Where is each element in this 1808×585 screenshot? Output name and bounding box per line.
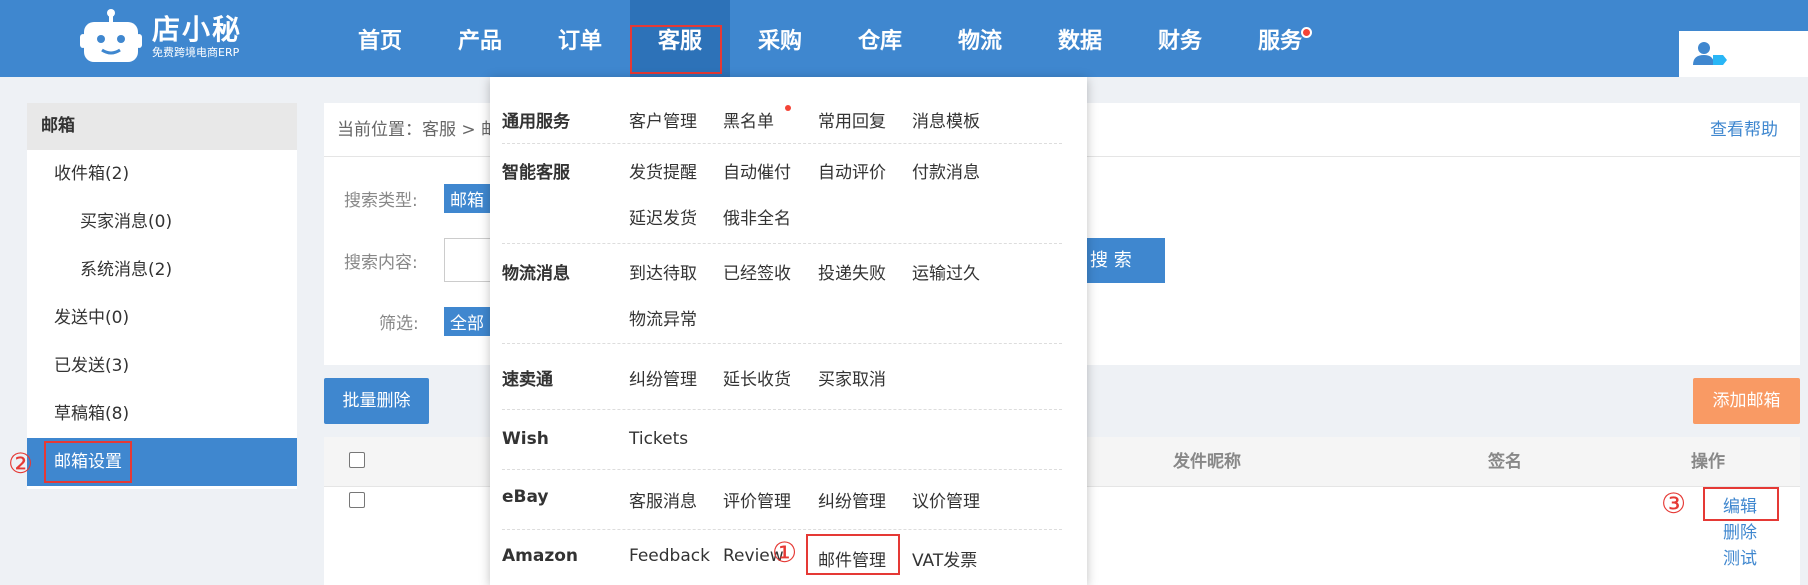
menu-message-templates[interactable]: 消息模板 bbox=[912, 107, 980, 132]
nav-customer-service[interactable]: 客服 bbox=[630, 0, 730, 77]
menu-auto-payment-reminder[interactable]: 自动催付 bbox=[723, 158, 791, 183]
menu-buyer-cancel[interactable]: 买家取消 bbox=[818, 365, 886, 390]
menu-tickets[interactable]: Tickets bbox=[629, 429, 688, 449]
nav-data[interactable]: 数据 bbox=[1030, 0, 1130, 77]
blacklist-badge-dot bbox=[785, 105, 791, 111]
dropdown-category: 智能客服 bbox=[502, 163, 570, 183]
mail-management-highlight-box bbox=[806, 534, 900, 575]
sidebar: 邮箱 收件箱(2) 买家消息(0) 系统消息(2) 发送中(0) 已发送(3) … bbox=[27, 103, 297, 489]
dropdown-category: 速卖通 bbox=[502, 370, 553, 390]
menu-offer-management[interactable]: 议价管理 bbox=[912, 487, 980, 512]
menu-feedback[interactable]: Feedback bbox=[629, 546, 710, 566]
row-checkbox[interactable] bbox=[349, 492, 365, 508]
column-actions: 操作 bbox=[1691, 452, 1725, 472]
menu-service-messages[interactable]: 客服消息 bbox=[629, 487, 697, 512]
nav-orders[interactable]: 订单 bbox=[530, 0, 630, 77]
sidebar-item-mailbox-settings[interactable]: 邮箱设置 bbox=[27, 438, 297, 486]
search-type-chip[interactable]: 邮箱 bbox=[444, 184, 490, 213]
user-icon bbox=[1693, 42, 1727, 65]
help-link[interactable]: 查看帮助 bbox=[1710, 103, 1778, 157]
delete-link[interactable]: 删除 bbox=[1723, 518, 1757, 543]
dropdown-category: Amazon bbox=[502, 546, 579, 566]
nav-finance[interactable]: 财务 bbox=[1130, 0, 1230, 77]
notification-dot bbox=[1301, 27, 1312, 38]
step-1-marker: ① bbox=[772, 536, 798, 569]
sidebar-heading: 邮箱 bbox=[27, 103, 297, 150]
logo-name: 店小秘 bbox=[152, 13, 243, 46]
add-mailbox-button[interactable]: 添加邮箱 bbox=[1693, 378, 1800, 424]
nav-home[interactable]: 首页 bbox=[330, 0, 430, 77]
sidebar-item-sending[interactable]: 发送中(0) bbox=[27, 294, 297, 342]
dropdown-category: 物流消息 bbox=[502, 264, 570, 284]
main-nav: 首页 产品 订单 客服 采购 仓库 物流 数据 财务 服务 bbox=[330, 0, 1330, 77]
dropdown-section-logistics: 物流消息 到达待取 已经签收 投递失败 运输过久 物流异常 bbox=[502, 244, 1062, 344]
menu-review-management[interactable]: 评价管理 bbox=[723, 487, 791, 512]
dropdown-section-wish: Wish Tickets bbox=[502, 410, 1062, 470]
dropdown-category: 通用服务 bbox=[502, 112, 570, 132]
menu-awaiting-pickup[interactable]: 到达待取 bbox=[629, 259, 697, 284]
customer-service-dropdown: 通用服务 客户管理 黑名单 常用回复 消息模板 智能客服 发货提醒 自动催付 自… bbox=[490, 77, 1087, 585]
sidebar-item-sent[interactable]: 已发送(3) bbox=[27, 342, 297, 390]
column-signature: 签名 bbox=[1488, 452, 1522, 472]
menu-delayed-shipping[interactable]: 延迟发货 bbox=[629, 204, 697, 229]
menu-customer-management[interactable]: 客户管理 bbox=[629, 107, 697, 132]
logo-subtitle: 免费跨境电商ERP bbox=[152, 46, 240, 59]
menu-extend-receipt[interactable]: 延长收货 bbox=[723, 365, 791, 390]
dropdown-section-smart-service: 智能客服 发货提醒 自动催付 自动评价 付款消息 延迟发货 俄非全名 bbox=[502, 144, 1062, 244]
edit-highlight-box bbox=[1703, 487, 1779, 521]
search-type-label: 搜索类型: bbox=[344, 191, 418, 211]
dropdown-section-aliexpress: 速卖通 纠纷管理 延长收货 买家取消 bbox=[502, 344, 1062, 410]
nav-services[interactable]: 服务 bbox=[1230, 0, 1330, 77]
step-2-marker: ② bbox=[8, 447, 34, 480]
dropdown-category: Wish bbox=[502, 429, 549, 449]
robot-logo-icon bbox=[80, 9, 142, 62]
dropdown-section-general: 通用服务 客户管理 黑名单 常用回复 消息模板 bbox=[502, 90, 1062, 144]
menu-dispute-management[interactable]: 纠纷管理 bbox=[629, 365, 697, 390]
breadcrumb: 当前位置：客服 > 邮 bbox=[337, 120, 499, 140]
sidebar-item-drafts[interactable]: 草稿箱(8) bbox=[27, 390, 297, 438]
menu-ebay-dispute-management[interactable]: 纠纷管理 bbox=[818, 487, 886, 512]
user-menu[interactable] bbox=[1679, 31, 1808, 77]
select-all-checkbox[interactable] bbox=[349, 452, 365, 468]
batch-delete-button[interactable]: 批量删除 bbox=[324, 378, 429, 424]
menu-auto-review[interactable]: 自动评价 bbox=[818, 158, 886, 183]
menu-common-replies[interactable]: 常用回复 bbox=[818, 107, 886, 132]
menu-shipping-reminder[interactable]: 发货提醒 bbox=[629, 158, 697, 183]
menu-delivered[interactable]: 已经签收 bbox=[723, 259, 791, 284]
nav-products[interactable]: 产品 bbox=[430, 0, 530, 77]
sidebar-item-inbox[interactable]: 收件箱(2) bbox=[27, 150, 297, 198]
menu-transit-too-long[interactable]: 运输过久 bbox=[912, 259, 980, 284]
column-nickname: 发件昵称 bbox=[1173, 452, 1241, 472]
sidebar-item-buyer-messages[interactable]: 买家消息(0) bbox=[27, 198, 297, 246]
step-3-marker: ③ bbox=[1661, 487, 1687, 520]
dropdown-section-ebay: eBay 客服消息 评价管理 纠纷管理 议价管理 bbox=[502, 470, 1062, 530]
search-content-label: 搜索内容: bbox=[344, 253, 418, 273]
menu-vat-invoice[interactable]: VAT发票 bbox=[912, 546, 977, 571]
menu-blacklist[interactable]: 黑名单 bbox=[723, 107, 774, 132]
menu-russia-full-name[interactable]: 俄非全名 bbox=[723, 204, 791, 229]
sidebar-item-system-messages[interactable]: 系统消息(2) bbox=[27, 246, 297, 294]
nav-logistics[interactable]: 物流 bbox=[930, 0, 1030, 77]
filter-chip-all[interactable]: 全部 bbox=[444, 307, 490, 336]
logo[interactable]: 店小秘 免费跨境电商ERP bbox=[80, 8, 242, 66]
dropdown-category: eBay bbox=[502, 487, 549, 507]
test-link[interactable]: 测试 bbox=[1723, 544, 1757, 569]
menu-delivery-failed[interactable]: 投递失败 bbox=[818, 259, 886, 284]
menu-logistics-exception[interactable]: 物流异常 bbox=[629, 305, 697, 330]
top-navbar: 店小秘 免费跨境电商ERP 首页 产品 订单 客服 采购 仓库 物流 数据 财务… bbox=[0, 0, 1808, 77]
sidebar-highlight-box bbox=[44, 441, 132, 483]
filter-label: 筛选: bbox=[379, 314, 419, 334]
nav-highlight-box bbox=[630, 25, 722, 74]
menu-payment-message[interactable]: 付款消息 bbox=[912, 158, 980, 183]
nav-purchasing[interactable]: 采购 bbox=[730, 0, 830, 77]
nav-warehouse[interactable]: 仓库 bbox=[830, 0, 930, 77]
